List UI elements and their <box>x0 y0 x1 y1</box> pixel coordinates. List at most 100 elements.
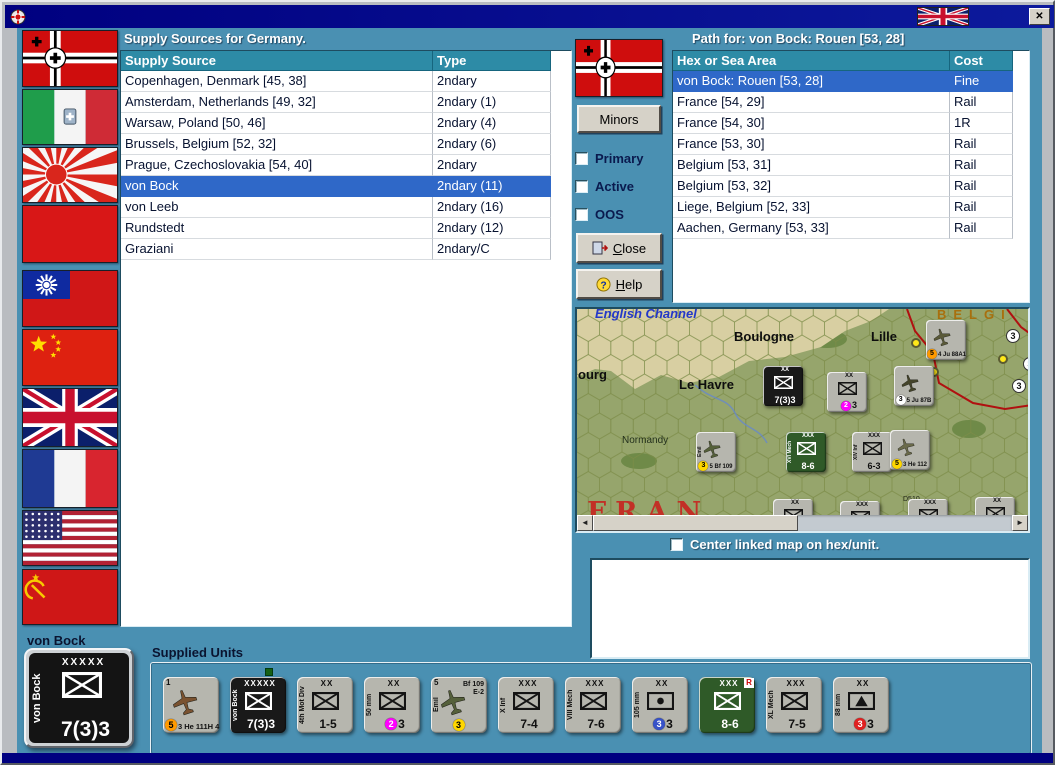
scroll-right-button[interactable]: ► <box>1012 515 1028 531</box>
supply-row-value: 2ndary (12) <box>433 218 551 239</box>
china-flag[interactable] <box>22 329 118 386</box>
primary-checkbox-label: Primary <box>595 151 643 166</box>
unit-size-symbol: XX <box>783 500 807 506</box>
supply-row[interactable]: Rundstedt2ndary (12) <box>121 218 571 239</box>
supply-row-name: Amsterdam, Netherlands [49, 32] <box>121 92 433 113</box>
united-kingdom-flag[interactable] <box>22 388 118 447</box>
germany-war-ensign-flag[interactable] <box>22 30 118 87</box>
supply-row[interactable]: Graziani2ndary/C <box>121 239 571 260</box>
path-row[interactable]: France [53, 30]Rail <box>673 134 1029 155</box>
close-button[interactable]: Close <box>576 233 662 263</box>
air-unit-counter[interactable]: Emil35 Bf 109 <box>696 432 736 472</box>
ground-unit-counter[interactable]: X InfXXX7-4 <box>498 677 554 733</box>
selected-unit-counter[interactable]: von Bock XXXXX 7(3)3 <box>24 648 134 748</box>
ground-unit-counter[interactable]: von BockXXXXX7(3)3 <box>230 677 286 733</box>
air-unit-counter[interactable]: Emil5Bf 109E-23 <box>431 677 487 733</box>
supply-row[interactable]: Amsterdam, Netherlands [49, 32]2ndary (1… <box>121 92 571 113</box>
oos-checkbox[interactable] <box>575 208 588 221</box>
unit-strength: 33 <box>640 717 686 731</box>
aircraft-model: Bf 109E-2 <box>463 681 484 697</box>
ground-unit-counter[interactable]: 50 mmXX23 <box>364 677 420 733</box>
map-horizontal-scrollbar[interactable]: ◄ ► <box>577 515 1028 531</box>
game-window: ✕ Supply Sources for Germany. Supply Sou… <box>0 0 1055 765</box>
map-label: Lille <box>871 329 897 344</box>
strength-badge: 2 <box>385 718 397 730</box>
supply-row[interactable]: Brussels, Belgium [52, 32]2ndary (6) <box>121 134 571 155</box>
path-row[interactable]: Belgium [53, 32]Rail <box>673 176 1029 197</box>
strength-badge: 3 <box>653 718 665 730</box>
ground-unit-counter[interactable]: XXX8-6R <box>699 677 755 733</box>
path-row[interactable]: Liege, Belgium [52, 33]Rail <box>673 197 1029 218</box>
ground-unit-counter[interactable]: 105 mmXX33 <box>632 677 688 733</box>
air-unit-counter[interactable]: 35 Ju 87B <box>894 366 934 406</box>
supply-row[interactable]: Warsaw, Poland [50, 46]2ndary (4) <box>121 113 571 134</box>
map-label: Le Havre <box>679 377 734 392</box>
air-unit-counter[interactable]: 153 He 111H 4 <box>163 677 219 733</box>
supply-row-name: Prague, Czechoslovakia [54, 40] <box>121 155 433 176</box>
unit-strength: 8-6 <box>792 461 824 471</box>
linked-map[interactable]: English ChannelBoulogneLilleLe Havreourg… <box>577 309 1028 515</box>
minors-button[interactable]: Minors <box>577 105 661 133</box>
ground-unit-counter[interactable]: XIV InfXXX6-3 <box>852 432 892 472</box>
supply-row[interactable]: von Bock2ndary (11) <box>121 176 571 197</box>
ground-unit-counter[interactable]: XXX <box>840 501 880 515</box>
scroll-left-button[interactable]: ◄ <box>577 515 593 531</box>
path-row-value: Rail <box>950 176 1013 197</box>
soviet-union-flag[interactable] <box>22 569 118 625</box>
red-flag[interactable] <box>22 205 118 263</box>
italy-flag[interactable] <box>22 89 118 145</box>
primary-checkbox[interactable] <box>575 152 588 165</box>
help-button[interactable]: ? Help <box>576 269 662 299</box>
unit-strength: 6-3 <box>858 461 890 471</box>
row-filler <box>551 155 571 176</box>
republic-of-china-flag[interactable] <box>22 270 118 327</box>
supply-row[interactable]: von Leeb2ndary (16) <box>121 197 571 218</box>
unit-strength: 53 He 112 <box>891 459 928 469</box>
supply-panel-title: Supply Sources for Germany. <box>124 31 306 46</box>
supply-row-name: Warsaw, Poland [50, 46] <box>121 113 433 134</box>
unit-size-symbol: XXX <box>709 679 749 688</box>
air-unit-counter[interactable]: 54 Ju 88A1 <box>926 320 966 360</box>
unit-size-symbol: XXXXX <box>240 679 280 688</box>
active-checkbox[interactable] <box>575 180 588 193</box>
ground-unit-counter[interactable]: XX7(3)3 <box>763 366 803 406</box>
supply-row[interactable]: Copenhagen, Denmark [45, 38]2ndary <box>121 71 571 92</box>
unit-strength: 35 Ju 87B <box>895 395 932 405</box>
ground-unit-counter[interactable]: 4th Mot DivXX1-5 <box>297 677 353 733</box>
ground-unit-counter[interactable]: XX <box>773 499 813 515</box>
unit-strength: 7-6 <box>573 717 619 731</box>
path-row[interactable]: Belgium [53, 31]Rail <box>673 155 1029 176</box>
unit-strength: 1-5 <box>305 717 351 731</box>
ground-unit-counter[interactable]: XL MechXXX7-5 <box>766 677 822 733</box>
title-bar[interactable]: ✕ <box>5 5 1054 28</box>
unit-type-symbol <box>863 442 882 455</box>
japan-war-flag[interactable] <box>22 147 118 203</box>
ground-unit-counter[interactable]: VIII MechXXX7-6 <box>565 677 621 733</box>
air-unit-counter[interactable]: 53 He 112 <box>890 430 930 470</box>
supply-row[interactable]: Prague, Czechoslovakia [54, 40]2ndary <box>121 155 571 176</box>
path-row[interactable]: France [54, 30]1R <box>673 113 1029 134</box>
france-flag[interactable] <box>22 449 118 508</box>
ground-unit-counter[interactable]: XXX <box>908 499 948 515</box>
row-filler <box>1013 113 1029 134</box>
filter-option-oos: OOS <box>575 206 643 222</box>
ground-unit-counter[interactable]: 88 mmXX33 <box>833 677 889 733</box>
path-row[interactable]: France [54, 29]Rail <box>673 92 1029 113</box>
ground-unit-counter[interactable]: XX23 <box>827 372 867 412</box>
center-map-checkbox[interactable] <box>670 538 683 551</box>
close-window-button[interactable]: ✕ <box>1029 8 1050 25</box>
bottom-window-edge <box>2 753 1053 763</box>
scrollbar-track[interactable] <box>593 515 1012 531</box>
unit-strength: 7(3)3 <box>42 718 129 742</box>
unit-size-symbol: XXX <box>575 679 615 688</box>
path-row[interactable]: von Bock: Rouen [53, 28]Fine <box>673 71 1029 92</box>
path-row-name: France [54, 30] <box>673 113 950 134</box>
ground-unit-counter[interactable]: XVI MechXXX8-6 <box>786 432 826 472</box>
path-row[interactable]: Aachen, Germany [53, 33]Rail <box>673 218 1029 239</box>
unit-strength: 33 <box>841 717 887 731</box>
map-label: ourg <box>578 367 607 382</box>
scrollbar-thumb[interactable] <box>593 515 798 531</box>
aircraft-silhouette-icon <box>931 326 954 349</box>
ground-unit-counter[interactable]: XX <box>975 497 1015 515</box>
united-states-flag[interactable] <box>22 510 118 566</box>
